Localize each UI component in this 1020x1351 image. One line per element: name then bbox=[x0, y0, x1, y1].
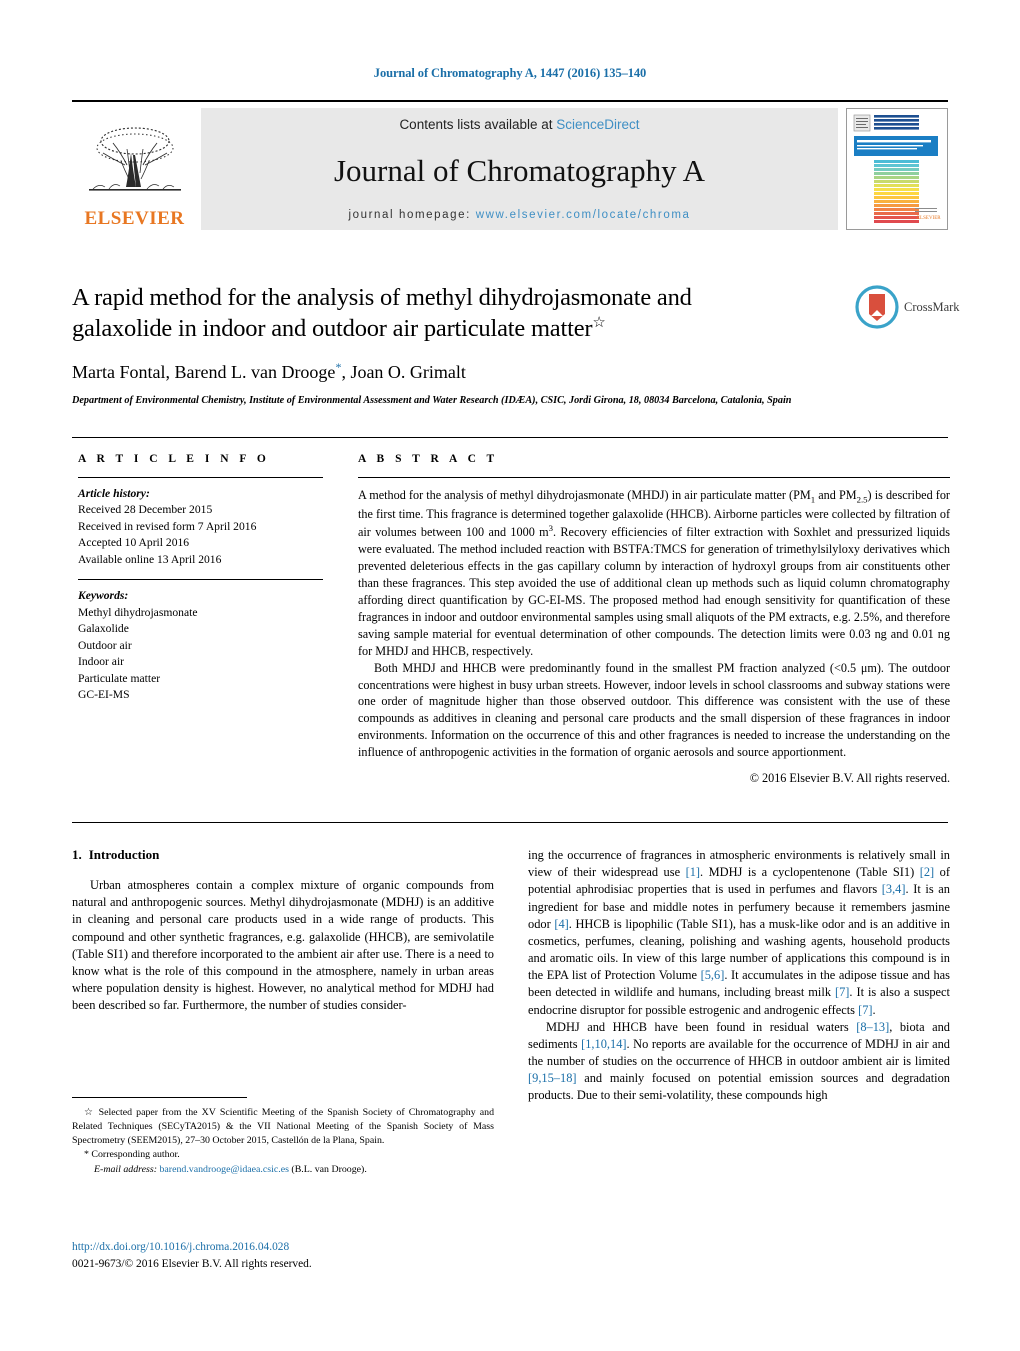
citation-ref[interactable]: [4] bbox=[554, 917, 568, 931]
homepage-url-link[interactable]: www.elsevier.com/locate/chroma bbox=[476, 209, 691, 221]
footnote-rule bbox=[72, 1097, 247, 1098]
abs-p1-a: A method for the analysis of methyl dihy… bbox=[358, 488, 811, 502]
running-head: Journal of Chromatography A, 1447 (2016)… bbox=[373, 66, 647, 80]
issn-copyright-line: 0021-9673/© 2016 Elsevier B.V. All right… bbox=[72, 1257, 312, 1270]
rp1-b: . MDHJ is a cyclopentenone (Table SI1) bbox=[700, 865, 920, 880]
citation-ref[interactable]: [2] bbox=[920, 865, 934, 879]
abs-p1-d: . Recovery efficiencies of filter extrac… bbox=[358, 525, 950, 658]
abs-p1-sub2: 2.5 bbox=[856, 494, 868, 505]
crossmark-badge[interactable]: CrossMark bbox=[855, 283, 960, 331]
abstract-body: A method for the analysis of methyl dihy… bbox=[358, 487, 950, 787]
history-item: Received in revised form 7 April 2016 bbox=[78, 519, 257, 533]
article-history-label: Article history: bbox=[78, 487, 150, 500]
elsevier-tree-icon bbox=[83, 123, 187, 209]
section-title: Introduction bbox=[88, 847, 160, 862]
section-number: 1. bbox=[72, 847, 82, 862]
abstract-paragraph: Both MHDJ and HHCB were predominantly fo… bbox=[358, 660, 950, 761]
abs-p2-mu: μm bbox=[860, 660, 877, 675]
section-heading-introduction: 1. Introduction bbox=[72, 847, 494, 863]
keyword-item: GC-EI-MS bbox=[78, 687, 130, 701]
history-item: Received 28 December 2015 bbox=[78, 503, 213, 517]
paragraph: MDHJ and HHCB have been found in residua… bbox=[528, 1019, 950, 1105]
crossmark-label: CrossMark bbox=[904, 299, 960, 314]
elsevier-logo-block: ELSEVIER bbox=[72, 108, 197, 230]
citation-ref[interactable]: [1] bbox=[686, 865, 700, 879]
footnote-marker: ☆ bbox=[84, 1107, 95, 1118]
paragraph: Urban atmospheres contain a complex mixt… bbox=[72, 878, 494, 1013]
abstract-column: A B S T R A C T A method for the analysi… bbox=[358, 453, 950, 787]
abs-p2-a: Both MHDJ and HHCB were predominantly fo… bbox=[374, 660, 861, 675]
citation-ref[interactable]: [3,4] bbox=[882, 882, 906, 896]
email-link[interactable]: barend.vandrooge@idaea.csic.es bbox=[159, 1164, 288, 1175]
email-label: E-mail address: bbox=[94, 1163, 157, 1175]
keywords-group: Keywords: Methyl dihydrojasmonate Galaxo… bbox=[78, 588, 323, 703]
citation-ref[interactable]: [7] bbox=[835, 985, 849, 999]
article-info-heading: A R T I C L E I N F O bbox=[78, 453, 270, 465]
rp1-h: . bbox=[872, 1002, 876, 1017]
authors-post: , Joan O. Grimalt bbox=[341, 361, 466, 382]
authors-pre: Marta Fontal, Barend L. van Drooge bbox=[72, 361, 336, 382]
contents-prefix: Contents lists available at bbox=[399, 117, 557, 132]
citation-ref[interactable]: [8–13] bbox=[856, 1020, 889, 1034]
corresponding-text: Corresponding author. bbox=[88, 1149, 180, 1161]
homepage-prefix: journal homepage: bbox=[348, 209, 471, 221]
journal-info-box: Contents lists available at ScienceDirec… bbox=[201, 108, 838, 230]
article-info-separator bbox=[78, 579, 323, 581]
contents-available-line: Contents lists available at ScienceDirec… bbox=[399, 117, 639, 132]
elsevier-wordmark: ELSEVIER bbox=[84, 208, 185, 229]
abs-p2-b: ). The outdoor concentrations were highe… bbox=[358, 660, 951, 760]
copyright-line: © 2016 Elsevier B.V. All rights reserved… bbox=[749, 771, 950, 786]
paragraph: ing the occurrence of fragrances in atmo… bbox=[528, 847, 950, 1019]
citation-ref[interactable]: [1,10,14] bbox=[581, 1037, 626, 1051]
history-item: Accepted 10 April 2016 bbox=[78, 536, 190, 550]
article-history-group: Article history: Received 28 December 20… bbox=[78, 486, 323, 568]
keyword-item: Galaxolide bbox=[78, 622, 129, 636]
body-column-left: 1. Introduction Urban atmospheres contain… bbox=[72, 847, 494, 1014]
keyword-item: Outdoor air bbox=[78, 638, 132, 652]
paper-title-text: A rapid method for the analysis of methy… bbox=[72, 284, 692, 343]
keyword-item: Methyl dihydrojasmonate bbox=[78, 605, 198, 619]
abs-p1-b: and PM bbox=[815, 488, 857, 502]
abstract-rule bbox=[358, 477, 950, 478]
rp2-d: and mainly focused on potential emission… bbox=[528, 1071, 950, 1103]
crossmark-icon bbox=[855, 285, 899, 329]
footnote-block: ☆ Selected paper from the XV Scientific … bbox=[72, 1106, 494, 1177]
footnote-conference-text: Selected paper from the XV Scientific Me… bbox=[72, 1107, 495, 1147]
page-title: A rapid method for the analysis of methy… bbox=[72, 282, 792, 345]
abstract-paragraph: A method for the analysis of methyl dihy… bbox=[358, 487, 950, 660]
sciencedirect-link[interactable]: ScienceDirect bbox=[556, 117, 639, 132]
citation-ref[interactable]: [5,6] bbox=[701, 968, 725, 982]
history-item: Available online 13 April 2016 bbox=[78, 552, 222, 566]
paper-page: Journal of Chromatography A, 1447 (2016)… bbox=[0, 0, 1020, 1351]
abstract-bottom-rule bbox=[72, 822, 948, 823]
journal-homepage-line: journal homepage: www.elsevier.com/locat… bbox=[348, 209, 690, 221]
keywords-label: Keywords: bbox=[78, 589, 129, 603]
footnote-corresponding: * Corresponding author. bbox=[72, 1148, 494, 1162]
email-suffix: (B.L. van Drooge). bbox=[288, 1163, 367, 1175]
citation-ref[interactable]: [7] bbox=[858, 1003, 872, 1017]
article-info-rule bbox=[78, 477, 323, 478]
affiliation: Department of Environmental Chemistry, I… bbox=[72, 395, 792, 407]
keyword-item: Indoor air bbox=[78, 655, 125, 669]
author-list: Marta Fontal, Barend L. van Drooge*, Joa… bbox=[72, 360, 948, 384]
footnote-conference: ☆ Selected paper from the XV Scientific … bbox=[72, 1106, 494, 1148]
journal-cover-thumbnail: ELSEVIER bbox=[846, 108, 948, 230]
title-footnote-marker: ☆ bbox=[592, 315, 606, 332]
keyword-item: Particulate matter bbox=[78, 671, 161, 685]
citation-ref[interactable]: [9,15–18] bbox=[528, 1071, 577, 1085]
footnote-email-line: E-mail address: barend.vandrooge@idaea.c… bbox=[72, 1163, 494, 1177]
title-block: A rapid method for the analysis of methy… bbox=[72, 282, 948, 409]
doi-link[interactable]: http://dx.doi.org/10.1016/j.chroma.2016.… bbox=[72, 1239, 512, 1256]
doi-block: http://dx.doi.org/10.1016/j.chroma.2016.… bbox=[72, 1239, 512, 1272]
body-column-right: ing the occurrence of fragrances in atmo… bbox=[528, 847, 950, 1105]
article-info-column: A R T I C L E I N F O Article history: R… bbox=[78, 453, 323, 703]
journal-title: Journal of Chromatography A bbox=[333, 153, 706, 188]
rp2-a: MDHJ and HHCB have been found in residua… bbox=[546, 1019, 857, 1034]
svg-text:ELSEVIER: ELSEVIER bbox=[917, 216, 941, 221]
info-top-rule bbox=[72, 437, 948, 438]
abstract-heading: A B S T R A C T bbox=[358, 453, 499, 465]
journal-masthead: ELSEVIER Contents lists available at Sci… bbox=[72, 100, 948, 230]
